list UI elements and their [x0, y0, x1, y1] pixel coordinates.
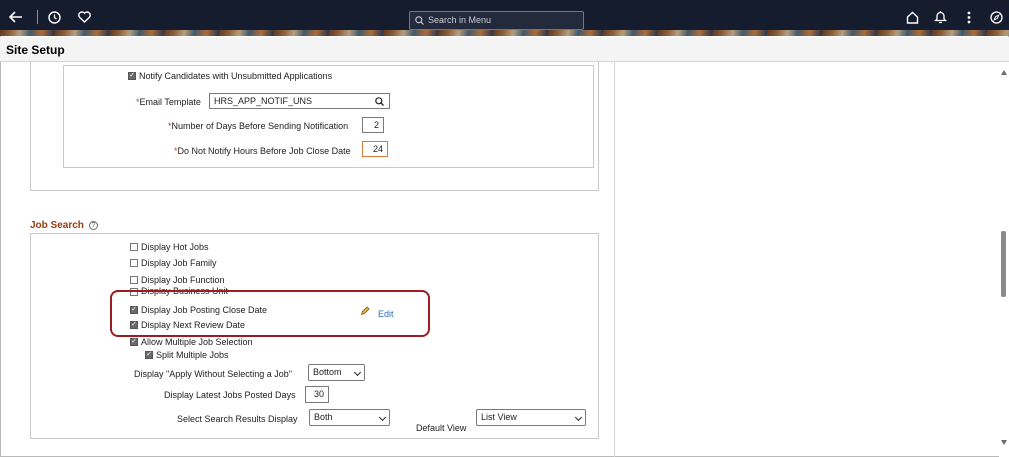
page-header: Site Setup	[0, 37, 1009, 62]
hours-before-close-field[interactable]: 24	[362, 141, 388, 157]
email-template-label: *Email Template	[136, 97, 201, 107]
search-results-display-select[interactable]: Both	[309, 409, 390, 426]
topbar-separator	[37, 10, 38, 24]
notify-candidates-checkbox[interactable]: ✓	[128, 72, 136, 80]
email-template-field[interactable]: HRS_APP_NOTIF_UNS	[209, 93, 390, 109]
pane-divider	[614, 62, 615, 457]
days-before-notification-label: *Number of Days Before Sending Notificat…	[168, 121, 349, 131]
notifications-icon[interactable]	[931, 8, 949, 26]
top-navigation-bar: Search in Menu	[0, 0, 1009, 36]
option-job-family: Display Job Family	[130, 258, 217, 268]
hot-jobs-checkbox[interactable]	[130, 243, 138, 251]
help-icon[interactable]: ?	[88, 221, 98, 230]
banner-pattern	[0, 30, 1009, 36]
default-view-label: Default View	[416, 423, 467, 433]
allow-multiple-job-selection-checkbox[interactable]: ✓	[130, 338, 138, 346]
home-icon[interactable]	[903, 8, 921, 26]
option-allow-multiple-job-selection: ✓ Allow Multiple Job Selection	[130, 337, 253, 347]
chevron-down-icon	[378, 413, 387, 422]
notify-candidates-label: Notify Candidates with Unsubmitted Appli…	[139, 71, 333, 81]
navigator-icon[interactable]	[987, 8, 1005, 26]
option-split-multiple-jobs: ✓ Split Multiple Jobs	[145, 350, 229, 360]
job-function-checkbox[interactable]	[130, 276, 138, 284]
chevron-down-icon	[353, 368, 362, 377]
scroll-up-arrow-icon[interactable]	[1001, 70, 1007, 75]
latest-jobs-posted-days-field[interactable]: 30	[305, 386, 329, 403]
scroll-thumb[interactable]	[1001, 231, 1006, 297]
search-placeholder: Search in Menu	[428, 15, 492, 25]
history-icon[interactable]	[45, 8, 63, 26]
default-view-select[interactable]: List View	[476, 409, 586, 426]
job-search-section-title: Job Search ?	[30, 220, 98, 231]
edit-pencil-icon[interactable]	[360, 306, 370, 316]
back-arrow-icon[interactable]	[7, 8, 25, 26]
option-hot-jobs: Display Hot Jobs	[130, 242, 209, 252]
chevron-down-icon	[574, 413, 583, 422]
option-job-function: Display Job Function	[130, 275, 225, 285]
scroll-down-arrow-icon[interactable]	[1001, 440, 1007, 445]
page-title: Site Setup	[6, 43, 65, 57]
hours-before-close-label: *Do Not Notify Hours Before Job Close Da…	[174, 146, 351, 156]
more-icon[interactable]	[960, 8, 978, 26]
edit-link[interactable]: Edit	[378, 309, 394, 319]
search-icon	[415, 16, 424, 25]
email-template-value: HRS_APP_NOTIF_UNS	[214, 96, 313, 106]
lookup-search-icon[interactable]	[375, 97, 384, 106]
search-results-display-label: Select Search Results Display	[177, 414, 298, 424]
search-menu-input[interactable]: Search in Menu	[409, 11, 584, 30]
split-multiple-jobs-checkbox[interactable]: ✓	[145, 351, 153, 359]
days-before-notification-field[interactable]: 2	[362, 117, 384, 133]
job-family-checkbox[interactable]	[130, 259, 138, 267]
notify-candidates-row: ✓ Notify Candidates with Unsubmitted App…	[128, 71, 332, 81]
latest-jobs-posted-days-label: Display Latest Jobs Posted Days	[164, 390, 296, 400]
apply-without-job-select[interactable]: Bottom	[308, 364, 365, 381]
favorites-icon[interactable]	[75, 8, 93, 26]
apply-without-job-label: Display "Apply Without Selecting a Job"	[134, 369, 292, 379]
